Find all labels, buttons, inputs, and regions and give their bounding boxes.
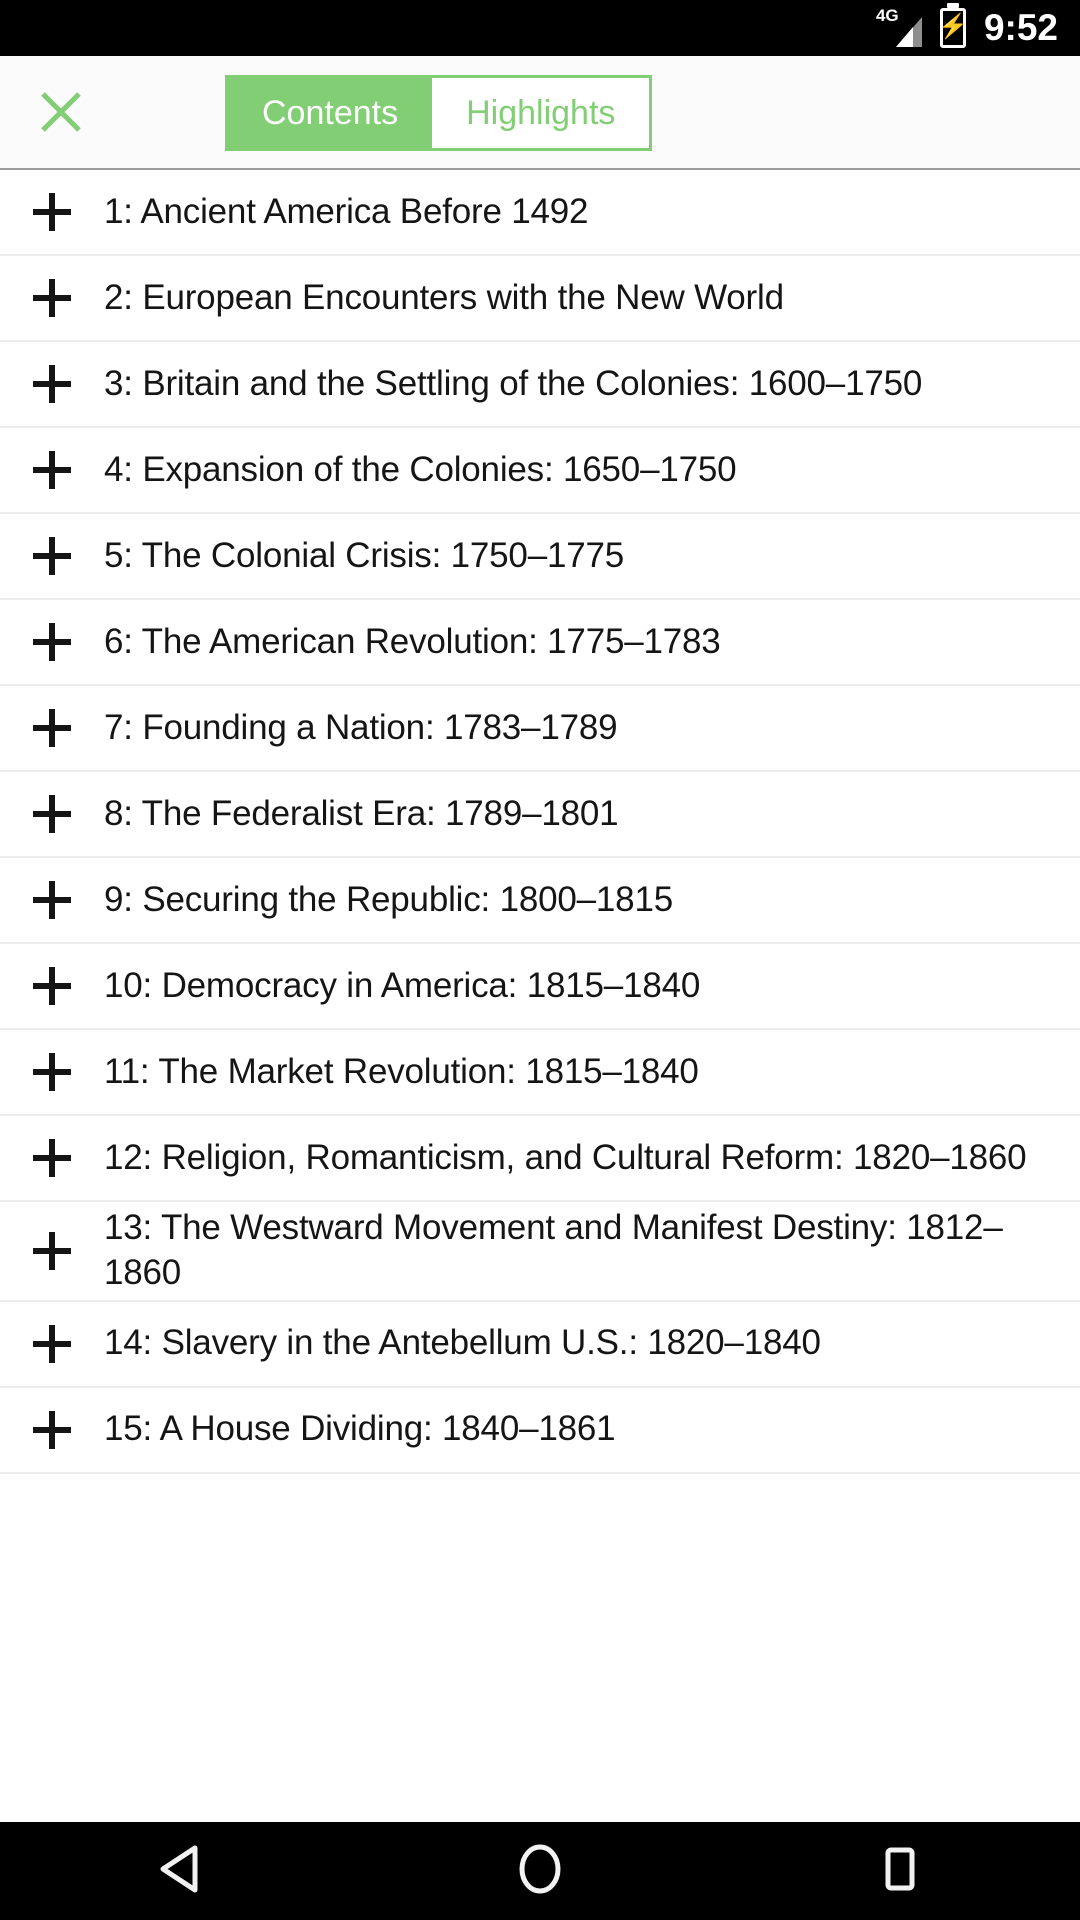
tab-contents[interactable]: Contents	[228, 78, 433, 148]
chapter-row[interactable]: 12: Religion, Romanticism, and Cultural …	[0, 1116, 1080, 1202]
chapter-row[interactable]: 11: The Market Revolution: 1815–1840	[0, 1030, 1080, 1116]
app-header: Contents Highlights	[0, 56, 1080, 170]
chapter-title: 1: Ancient America Before 1492	[104, 191, 589, 231]
plus-icon[interactable]	[0, 447, 104, 493]
chapter-title: 13: The Westward Movement and Manifest D…	[104, 1208, 1003, 1292]
close-icon	[33, 84, 89, 140]
signal-bars-icon: 4G	[876, 7, 922, 47]
tab-contents-label: Contents	[262, 93, 399, 132]
home-circle-icon	[517, 1843, 563, 1900]
chapter-title: 4: Expansion of the Colonies: 1650–1750	[104, 449, 737, 489]
plus-icon[interactable]	[0, 1135, 104, 1181]
chapter-row[interactable]: 9: Securing the Republic: 1800–1815	[0, 858, 1080, 944]
status-bar-clock: 9:52	[983, 7, 1058, 48]
chapter-row[interactable]: 4: Expansion of the Colonies: 1650–1750	[0, 428, 1080, 514]
plus-icon[interactable]	[0, 619, 104, 665]
charging-bolt-icon: ⚡	[938, 13, 968, 40]
status-bar: 4G ⚡ 9:52	[0, 0, 1080, 56]
chapter-title: 2: European Encounters with the New Worl…	[104, 277, 784, 317]
android-navigation-bar	[0, 1822, 1080, 1920]
chapter-row[interactable]: 13: The Westward Movement and Manifest D…	[0, 1202, 1080, 1302]
chapter-title: 12: Religion, Romanticism, and Cultural …	[104, 1137, 1027, 1177]
chapter-title: 10: Democracy in America: 1815–1840	[104, 965, 701, 1005]
plus-icon[interactable]	[0, 1321, 104, 1367]
close-button[interactable]	[30, 81, 92, 143]
tab-highlights-label: Highlights	[466, 93, 616, 132]
nav-recents-button[interactable]	[825, 1822, 975, 1920]
plus-icon[interactable]	[0, 1407, 104, 1453]
nav-home-button[interactable]	[465, 1822, 615, 1920]
signal-triangle-fill	[895, 27, 913, 47]
contents-list[interactable]: 1: Ancient America Before 1492 2: Europea…	[0, 170, 1080, 1822]
view-mode-toggle: Contents Highlights	[225, 75, 653, 151]
chapter-title: 7: Founding a Nation: 1783–1789	[104, 707, 618, 747]
chapter-title: 11: The Market Revolution: 1815–1840	[104, 1051, 699, 1091]
plus-icon[interactable]	[0, 275, 104, 321]
chapter-title: 9: Securing the Republic: 1800–1815	[104, 879, 673, 919]
chapter-title: 14: Slavery in the Antebellum U.S.: 1820…	[104, 1323, 821, 1363]
back-triangle-icon	[157, 1844, 203, 1899]
plus-icon[interactable]	[0, 963, 104, 1009]
chapter-row[interactable]: 14: Slavery in the Antebellum U.S.: 1820…	[0, 1302, 1080, 1388]
chapter-row[interactable]: 2: European Encounters with the New Worl…	[0, 256, 1080, 342]
chapter-row[interactable]: 7: Founding a Nation: 1783–1789	[0, 686, 1080, 772]
plus-icon[interactable]	[0, 791, 104, 837]
chapter-row[interactable]: 6: The American Revolution: 1775–1783	[0, 600, 1080, 686]
chapter-row[interactable]: 3: Britain and the Settling of the Colon…	[0, 342, 1080, 428]
recents-square-icon	[878, 1844, 922, 1899]
plus-icon[interactable]	[0, 877, 104, 923]
chapter-title: 6: The American Revolution: 1775–1783	[104, 621, 721, 661]
plus-icon[interactable]	[0, 1228, 104, 1274]
plus-icon[interactable]	[0, 1049, 104, 1095]
chapter-title: 5: The Colonial Crisis: 1750–1775	[104, 535, 625, 575]
chapter-row[interactable]: 10: Democracy in America: 1815–1840	[0, 944, 1080, 1030]
chapter-row[interactable]: 5: The Colonial Crisis: 1750–1775	[0, 514, 1080, 600]
chapter-row[interactable]: 1: Ancient America Before 1492	[0, 170, 1080, 256]
plus-icon[interactable]	[0, 705, 104, 751]
chapter-row[interactable]: 15: A House Dividing: 1840–1861	[0, 1388, 1080, 1474]
status-bar-right-group: 4G ⚡ 9:52	[876, 7, 1058, 49]
chapter-title: 8: The Federalist Era: 1789–1801	[104, 793, 619, 833]
plus-icon[interactable]	[0, 361, 104, 407]
nav-back-button[interactable]	[105, 1822, 255, 1920]
plus-icon[interactable]	[0, 189, 104, 235]
chapter-title: 15: A House Dividing: 1840–1861	[104, 1409, 616, 1449]
chapter-title: 3: Britain and the Settling of the Colon…	[104, 363, 923, 403]
plus-icon[interactable]	[0, 533, 104, 579]
tab-highlights[interactable]: Highlights	[432, 78, 650, 148]
chapter-row[interactable]: 8: The Federalist Era: 1789–1801	[0, 772, 1080, 858]
battery-charging-icon: ⚡	[938, 8, 968, 48]
